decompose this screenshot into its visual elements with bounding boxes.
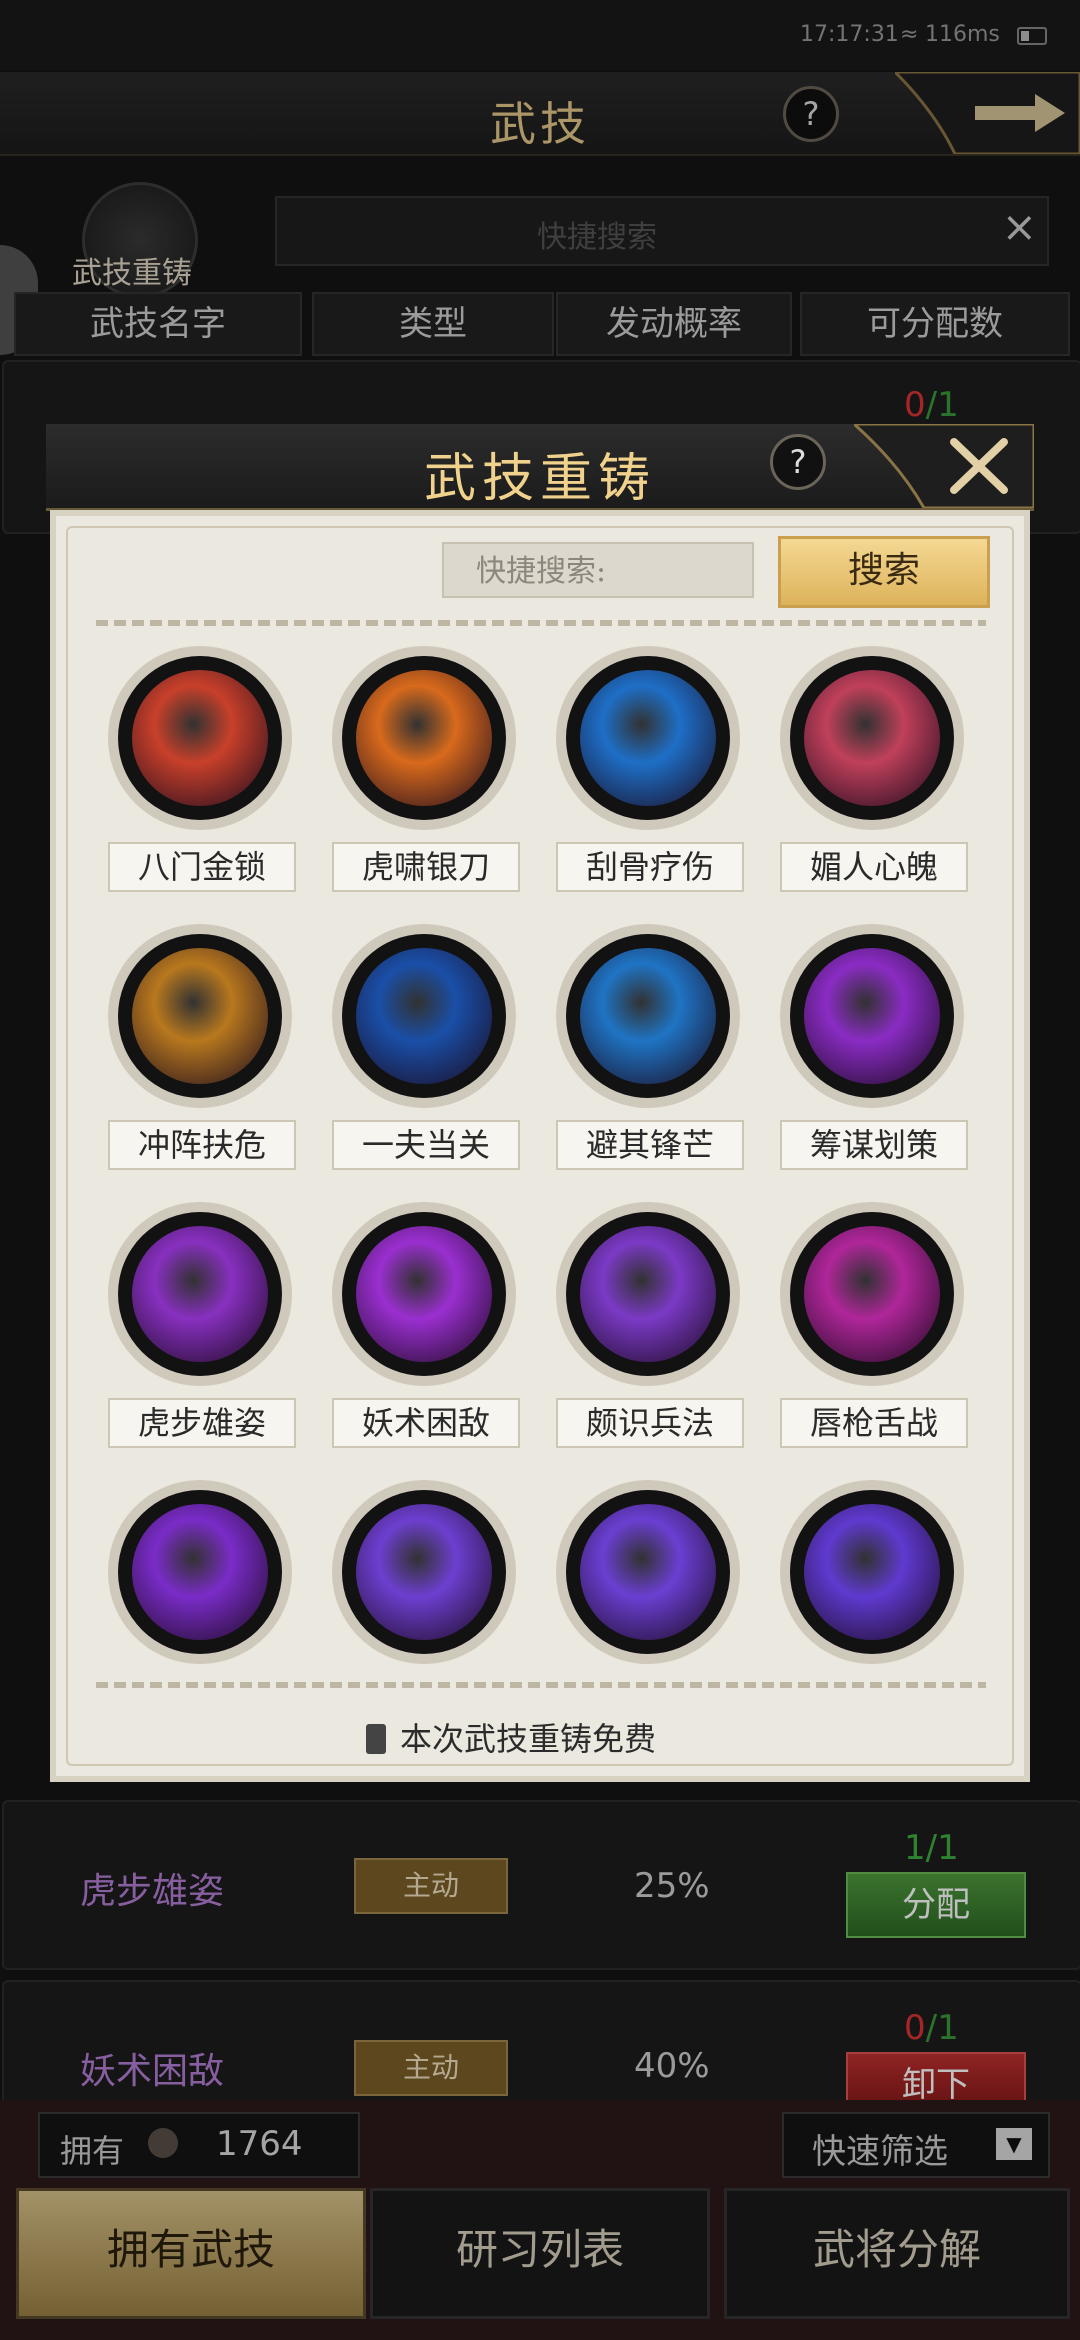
skill-name-label: 避其锋芒 <box>556 1120 744 1170</box>
recast-panel: 快捷搜索: 搜索 八门金锁 虎啸银刀 刮骨疗伤 媚人心魄冲阵扶危 一夫当关 避其锋芒 筹谋划… <box>50 510 1030 1782</box>
skill-icon[interactable] <box>332 1480 516 1664</box>
skill-icon[interactable] <box>780 1480 964 1664</box>
skill-icon[interactable] <box>108 1202 292 1386</box>
skill-icon[interactable] <box>108 924 292 1108</box>
skill-icon[interactable] <box>556 646 740 830</box>
skill-icon[interactable] <box>556 1202 740 1386</box>
skill-icon[interactable] <box>780 646 964 830</box>
skill-name-label: 妖术困敌 <box>332 1398 520 1448</box>
modal-header: 武技重铸 ? <box>46 424 1034 511</box>
skill-name-label: 筹谋划策 <box>780 1120 968 1170</box>
free-recast-note: 本次武技重铸免费 <box>400 1720 657 1758</box>
skill-name-label: 颇识兵法 <box>556 1398 744 1448</box>
skill-name-label: 媚人心魄 <box>780 842 968 892</box>
skill-icon[interactable] <box>780 1202 964 1386</box>
skill-icon[interactable] <box>108 646 292 830</box>
close-icon[interactable] <box>854 424 1034 508</box>
skill-icon[interactable] <box>556 1480 740 1664</box>
skill-icon[interactable] <box>332 646 516 830</box>
skill-name-label: 一夫当关 <box>332 1120 520 1170</box>
divider <box>96 1682 986 1688</box>
skill-icon[interactable] <box>108 1480 292 1664</box>
skill-name-label: 八门金锁 <box>108 842 296 892</box>
divider <box>96 620 986 626</box>
skill-name-label: 虎步雄姿 <box>108 1398 296 1448</box>
search-button[interactable]: 搜索 <box>778 536 990 608</box>
skill-icon[interactable] <box>556 924 740 1108</box>
skill-name-label: 冲阵扶危 <box>108 1120 296 1170</box>
skill-icon[interactable] <box>780 924 964 1108</box>
skill-name-label: 刮骨疗伤 <box>556 842 744 892</box>
scroll-icon <box>366 1724 386 1754</box>
modal-help-icon[interactable]: ? <box>770 434 826 490</box>
skill-icon[interactable] <box>332 1202 516 1386</box>
modal-search-input[interactable]: 快捷搜索: <box>442 542 754 598</box>
skill-name-label: 虎啸银刀 <box>332 842 520 892</box>
skill-icon[interactable] <box>332 924 516 1108</box>
skill-name-label: 唇枪舌战 <box>780 1398 968 1448</box>
